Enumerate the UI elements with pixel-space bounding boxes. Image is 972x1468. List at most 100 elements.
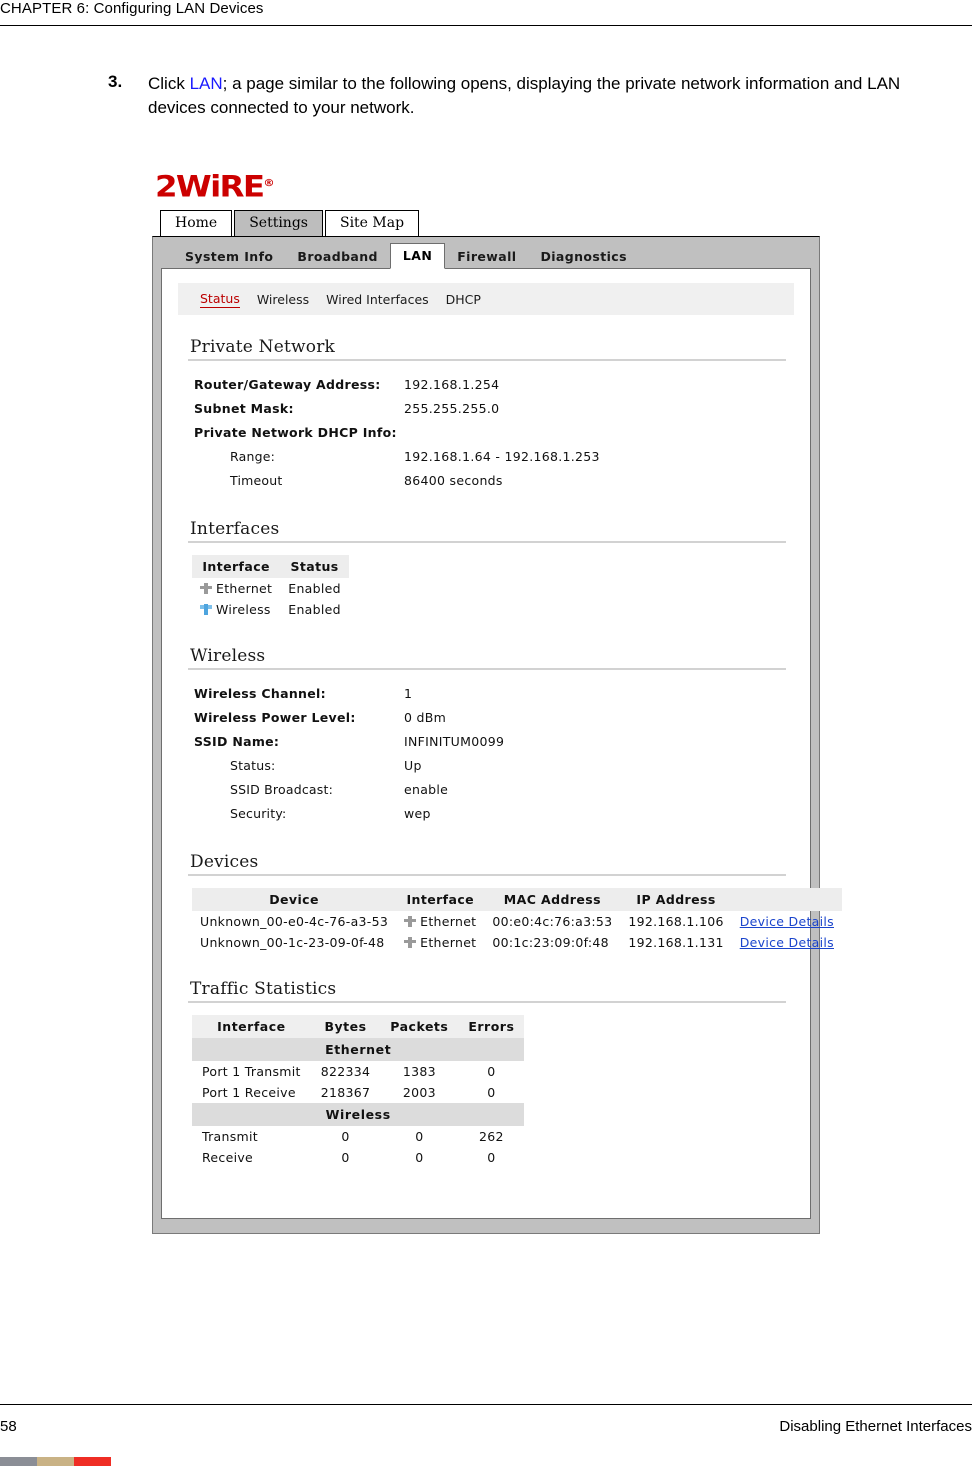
label: Security:	[230, 806, 287, 821]
row-ssid-broadcast: SSID Broadcast: enable	[178, 778, 794, 802]
cell-errors: 262	[478, 1129, 504, 1144]
table-header-row: Interface Bytes Packets Errors	[192, 1015, 525, 1038]
subnav-dhcp[interactable]: DHCP	[446, 292, 481, 307]
subtab-system-info[interactable]: System Info	[173, 245, 285, 268]
group-name: Ethernet	[192, 1038, 525, 1061]
cell-ip: 192.168.1.106	[628, 914, 724, 929]
subtab-lan[interactable]: LAN	[389, 243, 446, 269]
table-row: Port 1 Receive 218367 2003 0	[192, 1082, 524, 1103]
color-bar-tan	[37, 1457, 74, 1466]
devices-table: Device Interface MAC Address IP Address …	[192, 888, 842, 953]
label: Status:	[230, 758, 276, 773]
label: SSID Broadcast:	[230, 782, 333, 797]
table-row: Wireless Enabled	[192, 599, 349, 620]
subtab-diagnostics[interactable]: Diagnostics	[528, 245, 638, 268]
2wire-logo: 2WiRE®	[155, 169, 275, 204]
header-rule	[0, 25, 972, 26]
cell-bytes: 218367	[320, 1085, 371, 1100]
primary-tab-bar: Home Settings Site Map	[160, 210, 820, 236]
group-name: Wireless	[192, 1103, 525, 1126]
value: 192.168.1.64 - 192.168.1.253	[404, 449, 600, 464]
tab-site-map[interactable]: Site Map	[324, 210, 420, 236]
step-text-before: Click	[148, 74, 190, 93]
row-ssid-name: SSID Name: INFINITUM0099	[178, 730, 794, 754]
cell-mac: 00:e0:4c:76:a3:53	[492, 914, 613, 929]
devices-title: Devices	[190, 852, 259, 872]
table-row: Unknown_00-1c-23-09-0f-48 Ethernet 00:1c…	[192, 932, 842, 953]
traffic-title: Traffic Statistics	[190, 979, 337, 999]
table-row: Transmit 0 0 262	[192, 1126, 524, 1147]
subtab-broadband[interactable]: Broadband	[285, 245, 390, 268]
footer-color-bar	[0, 1457, 111, 1466]
section-divider	[188, 359, 786, 361]
section-divider	[188, 874, 786, 876]
row-subnet-mask: Subnet Mask: 255.255.255.0	[178, 397, 794, 421]
cell-status: Enabled	[288, 581, 341, 596]
cell-packets: 0	[415, 1129, 424, 1144]
footer-section-title: Disabling Ethernet Interfaces	[779, 1418, 972, 1435]
cell-bytes: 0	[341, 1150, 350, 1165]
cell-status: Enabled	[288, 602, 341, 617]
step-number: 3.	[108, 72, 123, 91]
device-details-link[interactable]: Device Details	[740, 914, 834, 929]
subnav-wireless[interactable]: Wireless	[257, 292, 309, 307]
footer-rule	[0, 1404, 972, 1405]
lan-link[interactable]: LAN	[190, 74, 223, 93]
col-device: Device	[192, 888, 397, 911]
group-row-ethernet: Ethernet	[192, 1038, 525, 1061]
col-interface: Interface	[192, 1015, 311, 1038]
page-number: 58	[0, 1418, 17, 1435]
step-3: 3. Click LAN; a page similar to the foll…	[108, 72, 908, 120]
ethernet-icon	[404, 916, 417, 927]
cell-errors: 0	[487, 1064, 496, 1079]
label: Timeout	[230, 473, 283, 488]
section-devices: Devices Device Interface MAC Address IP …	[178, 852, 842, 953]
section-traffic-statistics: Traffic Statistics Interface Bytes Packe…	[178, 979, 794, 1168]
tab-settings[interactable]: Settings	[234, 210, 323, 236]
row-security: Security: wep	[178, 802, 794, 826]
cell-errors: 0	[487, 1150, 496, 1165]
col-packets: Packets	[380, 1015, 459, 1038]
interface-name: Wireless	[216, 602, 271, 617]
color-bar-gray	[0, 1457, 37, 1466]
col-mac-address: MAC Address	[484, 888, 621, 911]
cell-ip: 192.168.1.131	[628, 935, 724, 950]
value: 1	[404, 686, 413, 701]
row-router-gateway-address: Router/Gateway Address: 192.168.1.254	[178, 373, 794, 397]
ethernet-icon	[200, 583, 212, 594]
cell-bytes: 822334	[320, 1064, 371, 1079]
cell-interface: Wireless	[192, 599, 280, 620]
section-wireless: Wireless Wireless Channel: 1 Wireless Po…	[178, 646, 794, 826]
label: Wireless Channel:	[194, 686, 326, 701]
col-ip-address: IP Address	[620, 888, 732, 911]
section-divider	[188, 1001, 786, 1003]
table-row: Ethernet Enabled	[192, 578, 349, 599]
value: 192.168.1.254	[404, 377, 500, 392]
cell-label: Port 1 Transmit	[202, 1064, 301, 1079]
cell-label: Port 1 Receive	[202, 1085, 296, 1100]
cell-mac: 00:1c:23:09:0f:48	[492, 935, 609, 950]
row-dhcp-range: Range: 192.168.1.64 - 192.168.1.253	[178, 445, 794, 469]
col-actions	[731, 888, 842, 911]
label: Private Network DHCP Info:	[194, 425, 397, 440]
row-dhcp-timeout: Timeout 86400 seconds	[178, 469, 794, 493]
label: Wireless Power Level:	[194, 710, 356, 725]
col-errors: Errors	[458, 1015, 525, 1038]
subnav-wired-interfaces[interactable]: Wired Interfaces	[326, 292, 429, 307]
tab-home[interactable]: Home	[160, 210, 233, 236]
table-header-row: Device Interface MAC Address IP Address	[192, 888, 842, 911]
value: Up	[404, 758, 422, 773]
label: SSID Name:	[194, 734, 280, 749]
section-interfaces: Interfaces Interface Status Ethernet Ena…	[178, 519, 794, 620]
subnav-status[interactable]: Status	[200, 291, 240, 308]
value: 255.255.255.0	[404, 401, 500, 416]
label: Subnet Mask:	[194, 401, 294, 416]
row-dhcp-info: Private Network DHCP Info:	[178, 421, 794, 445]
device-details-link[interactable]: Device Details	[740, 935, 834, 950]
interfaces-title: Interfaces	[190, 519, 280, 539]
cell-label: Receive	[202, 1150, 254, 1165]
interface-name: Ethernet	[216, 581, 273, 596]
row-wireless-channel: Wireless Channel: 1	[178, 682, 794, 706]
subtab-firewall[interactable]: Firewall	[445, 245, 528, 268]
running-head: CHAPTER 6: Configuring LAN Devices	[0, 0, 264, 17]
